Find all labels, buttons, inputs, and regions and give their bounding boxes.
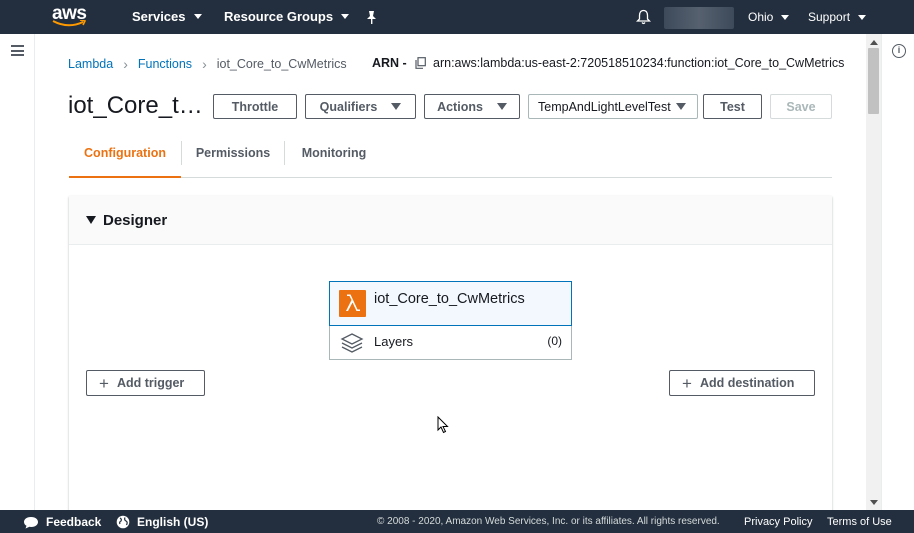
designer-title: Designer xyxy=(103,212,168,229)
tab-permissions-label: Permissions xyxy=(195,146,271,160)
top-navigation: aws Services Resource Groups Ohio Suppor… xyxy=(0,0,914,34)
resource-groups-menu[interactable]: Resource Groups xyxy=(224,9,350,24)
account-menu[interactable] xyxy=(664,7,734,29)
designer-header[interactable]: Designer xyxy=(69,196,832,245)
footer: Feedback English (US) © 2008 - 2020, Ama… xyxy=(0,510,914,533)
support-label: Support xyxy=(808,10,851,24)
page-title: iot_Core_t… xyxy=(68,92,203,119)
function-node-header[interactable]: iot_Core_to_CwMetrics xyxy=(329,281,572,326)
save-button[interactable]: Save xyxy=(770,94,832,119)
pin-icon[interactable] xyxy=(365,10,378,24)
copy-icon[interactable] xyxy=(415,57,426,69)
function-tabs: Configuration Permissions Monitoring xyxy=(69,138,832,178)
tab-monitoring[interactable]: Monitoring xyxy=(285,138,383,178)
chevron-down-icon xyxy=(781,14,790,20)
function-node: iot_Core_to_CwMetrics Layers (0) xyxy=(329,281,572,360)
aws-smile-icon xyxy=(52,20,86,27)
caret-down-icon xyxy=(496,103,507,110)
copyright-text: © 2008 - 2020, Amazon Web Services, Inc.… xyxy=(377,516,720,527)
add-trigger-label: Add trigger xyxy=(116,376,185,390)
chevron-right-icon: › xyxy=(123,56,128,72)
services-menu[interactable]: Services xyxy=(132,9,202,24)
scroll-up-arrow-icon[interactable] xyxy=(870,40,878,45)
test-event-value: TempAndLightLevelTest xyxy=(538,99,671,114)
breadcrumb: Lambda › Functions › iot_Core_to_CwMetri… xyxy=(68,56,347,72)
add-destination-button[interactable]: + Add destination xyxy=(669,370,815,396)
mouse-cursor-icon xyxy=(437,416,449,434)
feedback-label: Feedback xyxy=(46,515,102,529)
save-label: Save xyxy=(786,99,816,114)
caret-down-icon xyxy=(391,103,402,110)
chevron-down-icon xyxy=(193,14,202,19)
breadcrumb-functions[interactable]: Functions xyxy=(138,57,192,71)
qualifiers-dropdown[interactable]: Qualifiers xyxy=(305,94,416,119)
chevron-down-icon xyxy=(858,14,867,20)
test-label: Test xyxy=(720,99,745,114)
actions-dropdown[interactable]: Actions xyxy=(424,94,520,119)
language-selector[interactable]: English (US) xyxy=(116,515,208,529)
aws-logo[interactable]: aws xyxy=(52,3,88,30)
layers-label: Layers xyxy=(374,334,414,349)
breadcrumb-lambda[interactable]: Lambda xyxy=(68,57,113,71)
tab-configuration-label: Configuration xyxy=(84,146,166,160)
qualifiers-label: Qualifiers xyxy=(319,99,378,114)
plus-icon: + xyxy=(99,373,109,393)
terms-of-use-link[interactable]: Terms of Use xyxy=(827,516,892,528)
privacy-policy-link[interactable]: Privacy Policy xyxy=(744,516,812,528)
throttle-button[interactable]: Throttle xyxy=(213,94,297,119)
caret-down-icon xyxy=(676,103,686,110)
throttle-label: Throttle xyxy=(231,99,279,114)
function-name: iot_Core_to_CwMetrics xyxy=(374,291,525,307)
tab-configuration[interactable]: Configuration xyxy=(69,138,181,178)
bell-icon[interactable] xyxy=(636,9,651,25)
test-event-select[interactable]: TempAndLightLevelTest xyxy=(528,94,698,119)
test-button[interactable]: Test xyxy=(703,94,762,119)
region-label: Ohio xyxy=(748,10,774,24)
hamburger-menu-icon[interactable] xyxy=(11,45,24,56)
globe-icon xyxy=(116,515,130,529)
layers-row[interactable]: Layers (0) xyxy=(330,327,571,359)
scroll-down-arrow-icon[interactable] xyxy=(870,500,878,505)
tab-monitoring-label: Monitoring xyxy=(301,146,367,160)
page-scrollbar[interactable] xyxy=(866,34,881,510)
layers-count: (0) xyxy=(547,334,562,348)
help-panel-rail: i xyxy=(881,34,914,510)
scroll-thumb[interactable] xyxy=(868,48,879,114)
arn-value: arn:aws:lambda:us-east-2:720518510234:fu… xyxy=(433,56,845,70)
add-trigger-button[interactable]: + Add trigger xyxy=(86,370,205,396)
services-label: Services xyxy=(132,9,186,24)
speech-bubble-icon xyxy=(24,516,38,528)
plus-icon: + xyxy=(682,373,692,393)
info-icon[interactable]: i xyxy=(892,44,906,58)
chevron-right-icon: › xyxy=(202,56,207,72)
lambda-icon xyxy=(339,290,366,317)
region-menu[interactable]: Ohio xyxy=(748,10,790,24)
left-sidebar xyxy=(0,34,35,510)
breadcrumb-current: iot_Core_to_CwMetrics xyxy=(216,57,347,71)
arn-label: ARN - xyxy=(372,56,407,70)
tab-permissions[interactable]: Permissions xyxy=(182,138,284,178)
collapse-triangle-icon[interactable] xyxy=(86,216,96,224)
resource-groups-label: Resource Groups xyxy=(224,9,334,24)
actions-label: Actions xyxy=(437,99,483,114)
support-menu[interactable]: Support xyxy=(808,10,867,24)
feedback-button[interactable]: Feedback xyxy=(23,515,101,529)
chevron-down-icon xyxy=(341,14,350,19)
language-label: English (US) xyxy=(137,515,209,529)
add-destination-label: Add destination xyxy=(699,376,795,390)
layers-icon xyxy=(340,333,364,353)
